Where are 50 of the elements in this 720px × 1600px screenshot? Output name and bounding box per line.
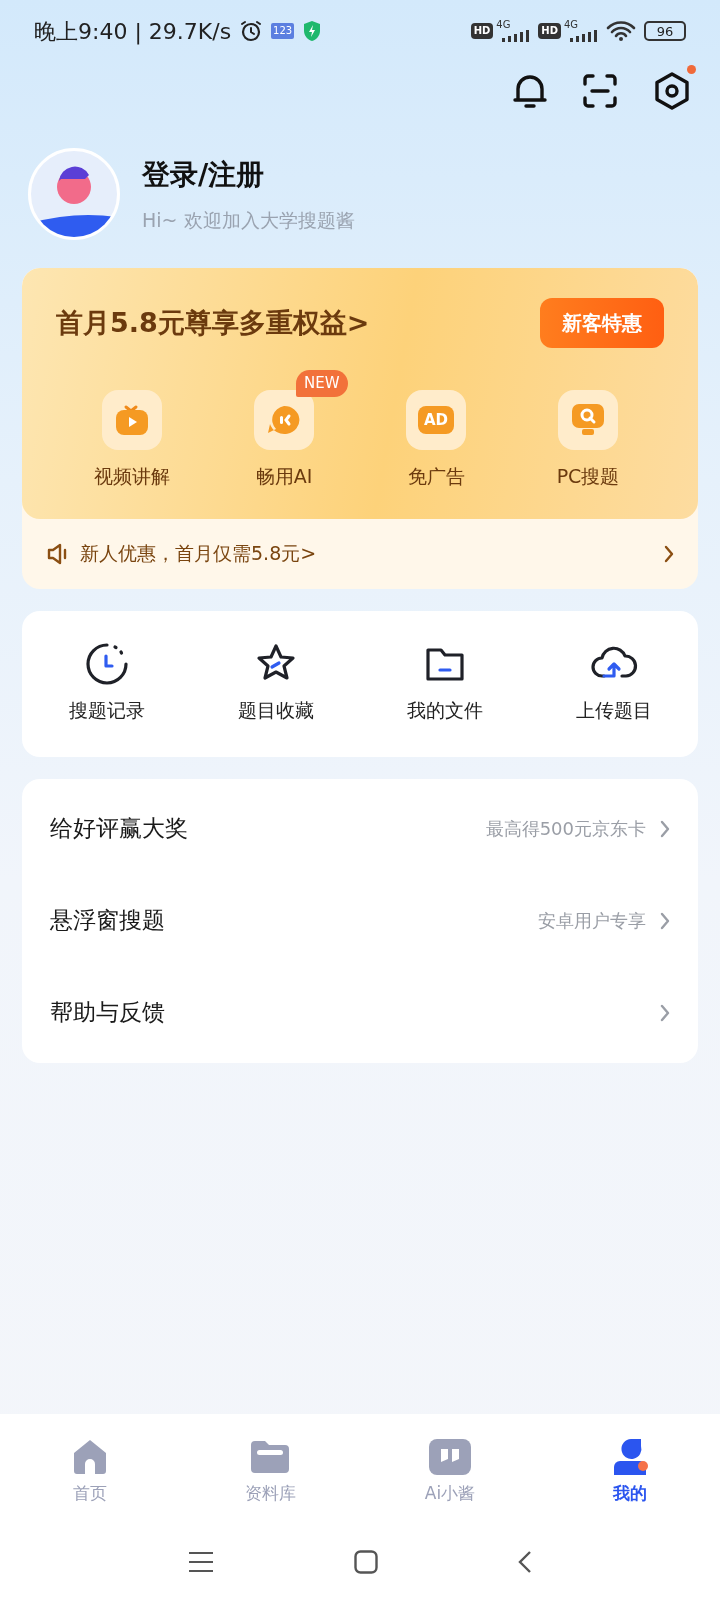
tv-play-icon bbox=[115, 404, 149, 436]
network-label: 4G bbox=[564, 20, 579, 30]
perk-label: PC搜题 bbox=[556, 464, 620, 489]
perk-label: 视频讲解 bbox=[94, 464, 170, 489]
menu-label: 悬浮窗搜题 bbox=[50, 906, 166, 936]
welcome-text: Hi~ 欢迎加入大学搜题酱 bbox=[142, 207, 355, 233]
new-badge: NEW bbox=[296, 370, 348, 397]
vip-banner[interactable]: 首月5.8元尊享多重权益> 新客特惠 视频讲解 NEW 畅用AI AD 免广告 PC搜题 bbox=[22, 268, 698, 519]
tool-label[interactable]: 搜题记录 bbox=[68, 696, 145, 725]
perk-label: 畅用AI bbox=[255, 464, 313, 489]
alarm-icon bbox=[239, 19, 264, 43]
menu-row[interactable]: 悬浮窗搜题 安卓用户专享 bbox=[22, 874, 698, 967]
menu-hint: 最高得500元京东卡 bbox=[485, 817, 646, 841]
menu-row[interactable]: 帮助与反馈 bbox=[22, 966, 698, 1059]
app-badge: 123 bbox=[271, 23, 295, 39]
tool-label[interactable]: 上传题目 bbox=[575, 696, 652, 725]
vip-title: 首月5.8元尊享多重权益> bbox=[56, 305, 370, 340]
menu-icon[interactable] bbox=[188, 1551, 214, 1573]
notice-text: 新人优惠，首月仅需5.8元> bbox=[80, 541, 318, 567]
network-label: 4G bbox=[496, 20, 511, 30]
tab[interactable]: 我的 bbox=[540, 1437, 720, 1507]
chevron-right-icon bbox=[664, 544, 674, 563]
hd-badge: HD bbox=[470, 23, 494, 39]
chevron-right-icon bbox=[660, 819, 670, 838]
ad-icon: AD bbox=[418, 406, 454, 434]
status-time: 晚上9:40 | 29.7K/s bbox=[34, 17, 232, 47]
shield-icon bbox=[302, 20, 323, 42]
tool-label[interactable]: 题目收藏 bbox=[237, 696, 314, 725]
tool-label[interactable]: 我的文件 bbox=[406, 696, 483, 725]
clock-icon bbox=[84, 642, 129, 687]
perk-label: 免广告 bbox=[407, 464, 465, 489]
scan-icon[interactable] bbox=[582, 73, 618, 109]
menu-label: 帮助与反馈 bbox=[50, 998, 166, 1028]
bell-icon[interactable] bbox=[512, 72, 548, 110]
back-icon[interactable] bbox=[518, 1550, 532, 1574]
monitor-search-icon bbox=[571, 403, 605, 437]
wifi-icon bbox=[606, 20, 636, 42]
settings-icon[interactable] bbox=[652, 71, 692, 111]
menu-row[interactable]: 给好评赢大奖 最高得500元京东卡 bbox=[22, 782, 698, 875]
quote-bubble-icon bbox=[428, 1437, 472, 1478]
promo-notice[interactable]: 新人优惠，首月仅需5.8元> bbox=[22, 518, 698, 589]
battery-indicator: 96 bbox=[644, 21, 686, 41]
home-button-icon[interactable] bbox=[354, 1550, 378, 1574]
hd-badge: HD bbox=[538, 23, 561, 39]
menu-hint: 安卓用户专享 bbox=[538, 909, 646, 933]
chat-face-icon bbox=[267, 404, 301, 436]
chevron-right-icon bbox=[660, 1003, 670, 1022]
menu-label: 给好评赢大奖 bbox=[50, 814, 189, 844]
chevron-right-icon bbox=[660, 911, 670, 930]
login-link[interactable]: 登录/注册 bbox=[142, 153, 355, 196]
